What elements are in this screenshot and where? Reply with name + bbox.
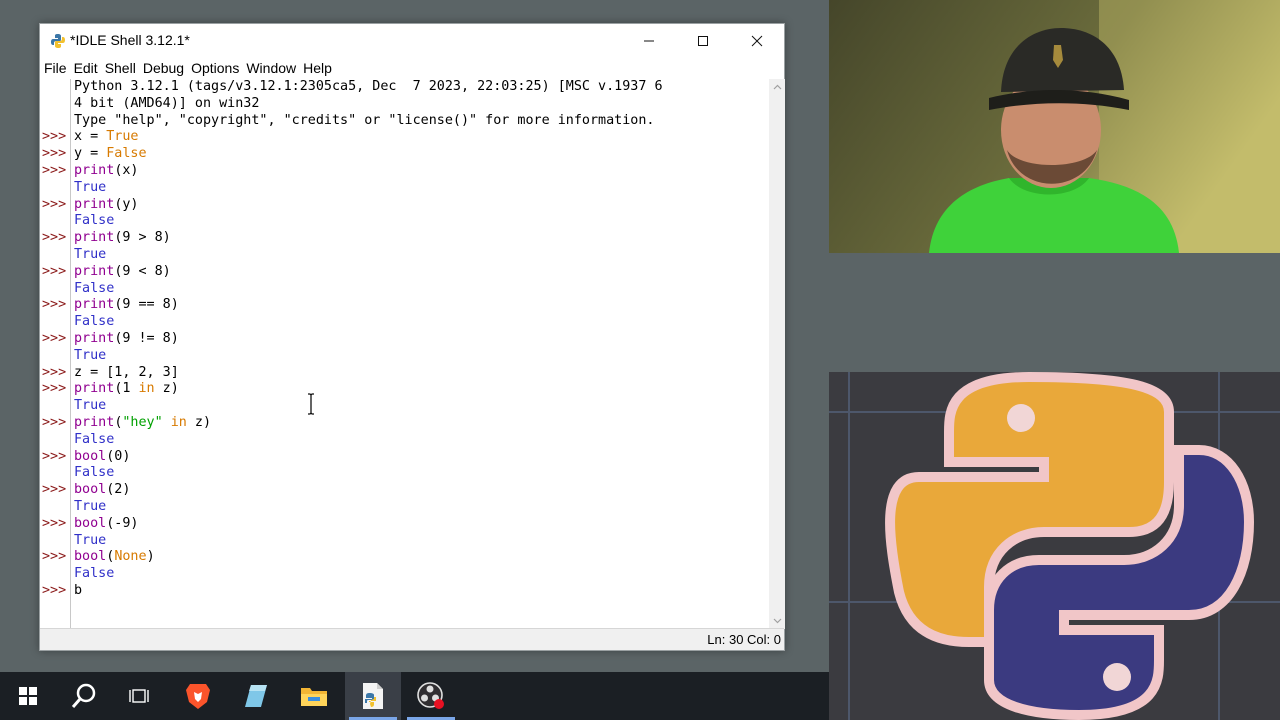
shell-input-line: print(x) [74, 163, 139, 178]
cursor-position: Ln: 30 Col: 0 [707, 632, 781, 647]
obs-studio-button[interactable] [403, 672, 459, 720]
minimize-icon [644, 40, 654, 41]
banner-line: Type "help", "copyright", "credits" or "… [74, 112, 655, 128]
shell-input-line: print(1 in z) [74, 381, 179, 397]
shell-output-line: False [74, 431, 115, 447]
close-icon [751, 35, 763, 46]
start-icon [19, 687, 37, 705]
shell-input-line: y = False [74, 146, 147, 162]
chevron-down-icon [773, 618, 781, 624]
search-button[interactable] [56, 672, 112, 720]
shell-input-line: print(9 > 8) [74, 230, 171, 246]
shell-input-line: print(9 != 8) [74, 331, 179, 346]
shell-input-line: bool(None) [74, 549, 155, 565]
notes-app-icon [245, 685, 267, 707]
chevron-up-icon [773, 84, 781, 90]
shell-output-line: False [74, 280, 115, 296]
task-view-button[interactable] [112, 672, 168, 720]
banner-line: 4 bit (AMD64)] on win32 [74, 95, 260, 111]
shell-output-line: True [74, 499, 107, 514]
shell-prompt: >>> [42, 515, 67, 531]
shell-prompt: >>> [42, 549, 67, 565]
shell-prompt: >>> [42, 448, 67, 464]
shell-output-line: False [74, 314, 115, 330]
python-icon [51, 34, 65, 48]
shell-prompt: >>> [42, 146, 67, 162]
maximize-icon [698, 35, 708, 46]
shell-output-line: False [74, 465, 115, 481]
shell-prompt: >>> [42, 583, 67, 598]
webcam-feed [829, 0, 1280, 253]
idle-shell-window: *IDLE Shell 3.12.1* File Edit Shell Debu… [39, 23, 785, 651]
shell-output-line: False [74, 213, 115, 229]
shell-output-line: True [74, 398, 107, 414]
shell-input-line: bool(2) [74, 482, 131, 498]
brave-browser-icon [186, 684, 210, 709]
menu-options[interactable]: Options [188, 57, 242, 79]
vertical-scrollbar[interactable] [769, 79, 785, 629]
shell-input-line: print("hey" in z) [74, 415, 212, 430]
start-button[interactable] [0, 672, 56, 720]
menu-bar: File Edit Shell Debug Options Window Hel… [40, 57, 784, 79]
shell-prompt: >>> [42, 415, 67, 430]
shell-prompt: >>> [42, 297, 67, 313]
notes-app-button[interactable] [228, 672, 284, 720]
banner-line: Python 3.12.1 (tags/v3.12.1:2305ca5, Dec… [74, 79, 663, 94]
maximize-button[interactable] [676, 24, 730, 57]
shell-prompt: >>> [42, 482, 67, 498]
shell-prompt: >>> [42, 263, 67, 279]
shell-output-line: True [74, 179, 107, 195]
python-logo-patch-camera [829, 372, 1280, 720]
shell-output-line: True [74, 347, 107, 363]
shell-prompt: >>> [42, 230, 67, 246]
menu-debug[interactable]: Debug [140, 57, 187, 79]
title-bar[interactable]: *IDLE Shell 3.12.1* [40, 24, 784, 57]
window-title: *IDLE Shell 3.12.1* [70, 32, 190, 48]
shell-prompt: >>> [42, 381, 67, 397]
shell-prompt: >>> [42, 196, 67, 212]
shell-prompt: >>> [42, 331, 67, 346]
shell-output-line: True [74, 532, 107, 548]
search-icon [71, 683, 96, 708]
shell-input-line: print(9 == 8) [74, 297, 179, 313]
minimize-button[interactable] [622, 24, 676, 57]
shell-input-line: x = True [74, 129, 139, 145]
shell-prompt: >>> [42, 163, 67, 178]
shell-input-line: print(y) [74, 196, 139, 212]
menu-help[interactable]: Help [300, 57, 335, 79]
status-bar: Ln: 30 Col: 0 [40, 628, 784, 650]
file-explorer-button[interactable] [286, 672, 342, 720]
presenter-video [829, 0, 1280, 253]
idle-python-icon [363, 683, 383, 709]
shell-input-line: bool(0) [74, 448, 131, 464]
shell-input-line: z = [1, 2, 3] [74, 364, 179, 380]
shell-input-line: bool(-9) [74, 515, 139, 531]
python-logo-icon [829, 372, 1280, 720]
taskbar [0, 672, 829, 720]
menu-file[interactable]: File [41, 57, 70, 79]
menu-shell[interactable]: Shell [102, 57, 139, 79]
brave-browser-button[interactable] [170, 672, 226, 720]
shell-input-line: b [74, 583, 83, 598]
idle-python-button[interactable] [345, 672, 401, 720]
shell-output-line: False [74, 566, 115, 582]
close-button[interactable] [730, 24, 784, 57]
shell-output-line: True [74, 247, 107, 262]
scroll-up-button[interactable] [769, 79, 785, 95]
menu-edit[interactable]: Edit [71, 57, 101, 79]
shell-input-line: print(9 < 8) [74, 263, 171, 279]
shell-prompt: >>> [42, 364, 67, 380]
text-cursor-icon [308, 393, 314, 415]
shell-prompt: >>> [42, 129, 67, 145]
menu-window[interactable]: Window [243, 57, 299, 79]
shell-text-area[interactable]: Python 3.12.1 (tags/v3.12.1:2305ca5, Dec… [40, 79, 769, 629]
file-explorer-icon [301, 688, 327, 706]
task-view-icon [129, 689, 149, 703]
scroll-down-button[interactable] [769, 613, 785, 629]
obs-studio-icon [417, 682, 444, 709]
